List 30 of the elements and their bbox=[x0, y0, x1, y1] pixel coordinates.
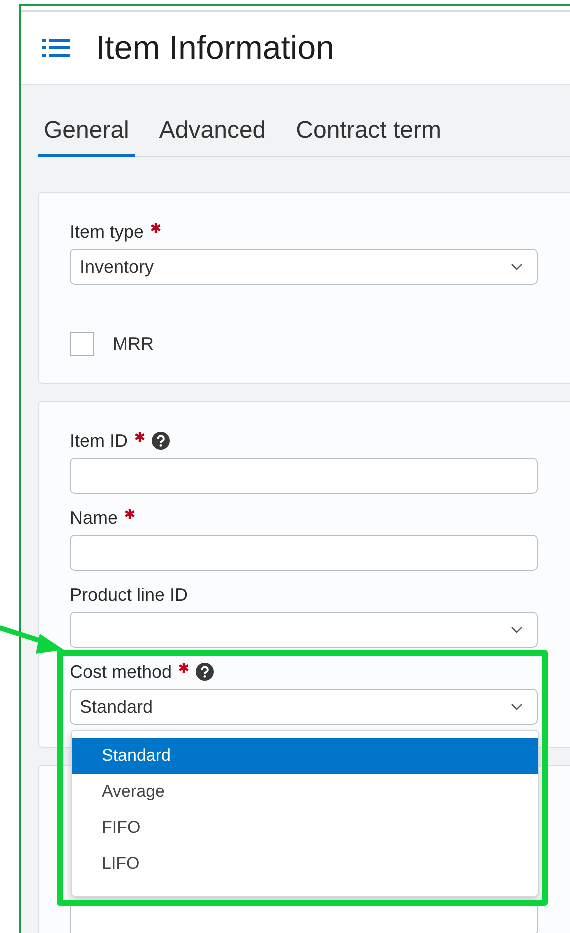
field-label: Cost method bbox=[70, 662, 172, 682]
select-field[interactable]: Inventory bbox=[70, 249, 538, 285]
field-label: Product line ID bbox=[70, 584, 188, 606]
dropdown-option[interactable]: FIFO bbox=[72, 810, 538, 846]
input-field[interactable] bbox=[70, 535, 538, 571]
tab[interactable]: Advanced bbox=[153, 113, 272, 157]
dropdown-option[interactable]: Average bbox=[72, 774, 538, 810]
select-field[interactable]: Standard bbox=[70, 689, 538, 725]
required-icon bbox=[151, 223, 162, 233]
checkbox-label: MRR bbox=[113, 334, 154, 354]
help-icon[interactable] bbox=[196, 663, 214, 681]
dropdown-option[interactable]: LIFO bbox=[72, 846, 538, 882]
menu-icon[interactable] bbox=[42, 37, 70, 59]
field-label: Item ID bbox=[70, 430, 128, 452]
tab[interactable]: Contract term bbox=[290, 113, 448, 157]
page-title: Item Information bbox=[96, 29, 334, 67]
required-icon bbox=[125, 509, 136, 519]
required-icon bbox=[179, 663, 190, 673]
chevron-down-icon bbox=[511, 626, 523, 634]
checkbox[interactable] bbox=[70, 332, 94, 356]
help-icon[interactable] bbox=[152, 432, 170, 450]
field-label: Item type bbox=[70, 222, 144, 242]
chevron-down-icon bbox=[511, 263, 523, 271]
input-field[interactable] bbox=[70, 458, 538, 494]
select-field[interactable] bbox=[70, 612, 538, 648]
required-icon bbox=[135, 432, 146, 442]
dropdown-option[interactable]: Standard bbox=[72, 738, 538, 774]
chevron-down-icon bbox=[511, 703, 523, 711]
field-label: Name bbox=[70, 508, 118, 528]
tab[interactable]: General bbox=[38, 113, 136, 157]
